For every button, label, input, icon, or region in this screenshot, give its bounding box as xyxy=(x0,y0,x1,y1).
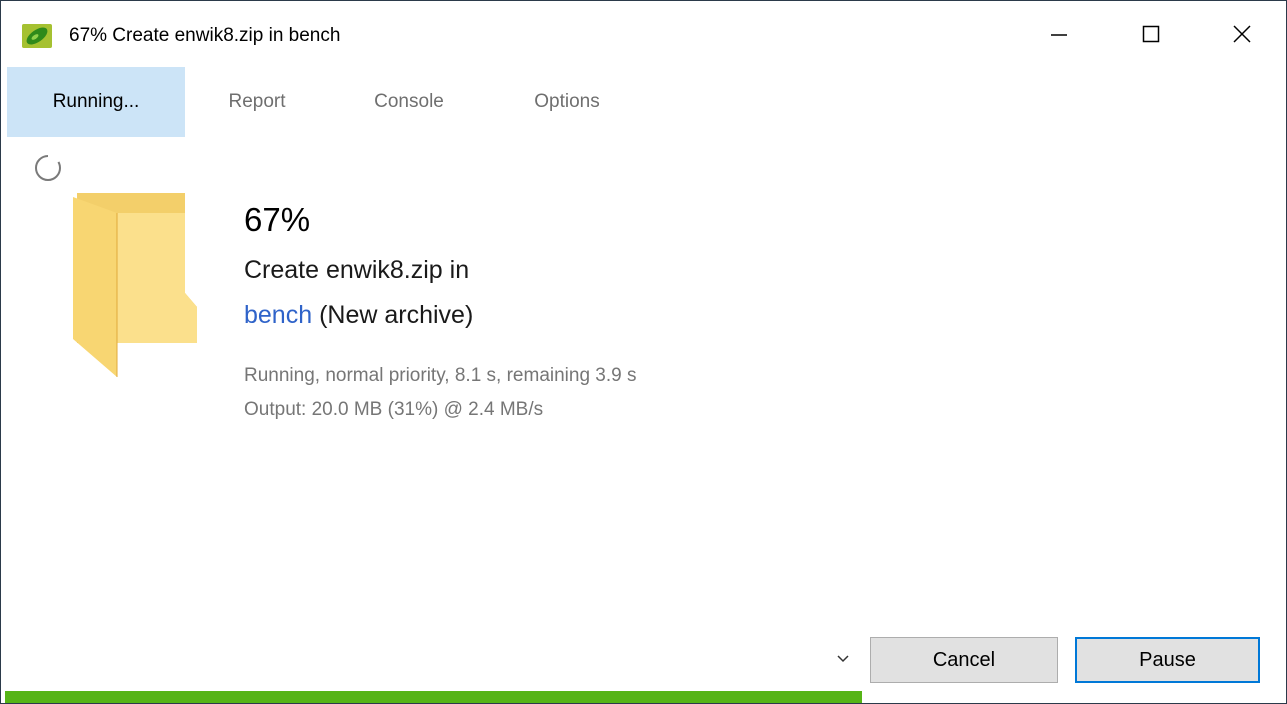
task-destination: bench (New archive) xyxy=(244,301,473,330)
destination-note: (New archive) xyxy=(319,301,474,329)
title-bar[interactable]: 67% Create enwik8.zip in bench xyxy=(1,1,1286,67)
folder-icon xyxy=(69,189,201,381)
minimize-button[interactable] xyxy=(1013,1,1105,67)
pause-button[interactable]: Pause xyxy=(1075,637,1260,683)
cancel-button[interactable]: Cancel xyxy=(870,637,1058,683)
destination-link[interactable]: bench xyxy=(244,301,312,329)
maximize-button[interactable] xyxy=(1105,1,1197,67)
progress-window: 67% Create enwik8.zip in bench Running..… xyxy=(0,0,1287,704)
tab-running[interactable]: Running... xyxy=(7,67,185,137)
progress-bar xyxy=(5,691,1284,703)
window-title: 67% Create enwik8.zip in bench xyxy=(69,25,341,46)
tab-bar: Running... Report Console Options xyxy=(1,67,1286,137)
close-icon xyxy=(1233,25,1251,43)
tab-console[interactable]: Console xyxy=(349,67,469,137)
tab-report[interactable]: Report xyxy=(205,67,309,137)
more-options-button[interactable] xyxy=(829,645,857,673)
tab-options[interactable]: Options xyxy=(507,67,627,137)
task-action: Create enwik8.zip in xyxy=(244,256,470,284)
chevron-down-icon xyxy=(837,655,849,663)
loading-spinner-icon xyxy=(32,152,64,184)
app-icon xyxy=(22,24,52,48)
close-button[interactable] xyxy=(1196,1,1286,67)
progress-bar-fill xyxy=(5,691,862,703)
minimize-icon xyxy=(1051,34,1067,36)
status-text: Running, normal priority, 8.1 s, remaini… xyxy=(244,365,637,386)
output-text: Output: 20.0 MB (31%) @ 2.4 MB/s xyxy=(244,399,544,420)
progress-percent: 67% xyxy=(244,201,311,238)
maximize-icon xyxy=(1142,25,1160,43)
